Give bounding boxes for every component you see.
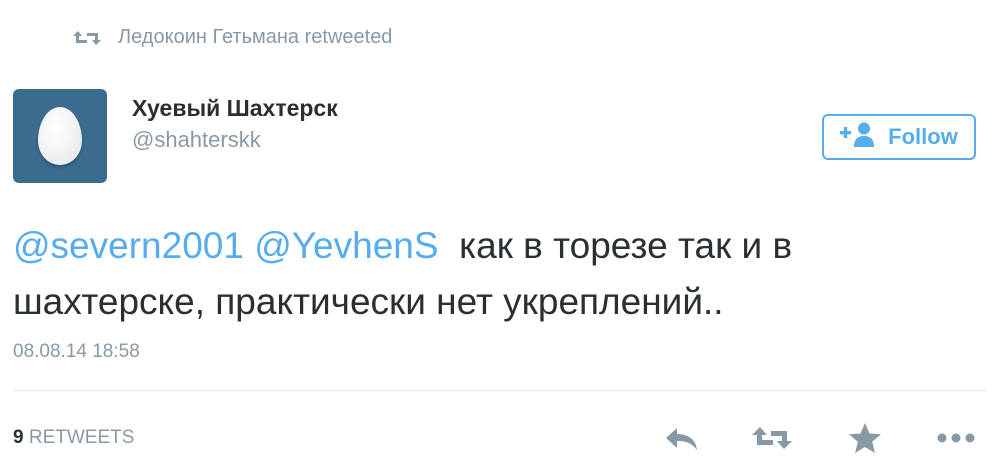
reply-icon[interactable] xyxy=(660,420,704,456)
retweet-count[interactable]: 9 RETWEETS xyxy=(13,427,134,449)
follow-button[interactable]: Follow xyxy=(822,114,976,160)
retweet-context: Ледокоин Гетьмана retweeted xyxy=(72,26,392,49)
divider xyxy=(13,390,987,391)
follow-button-label: Follow xyxy=(888,124,958,149)
tweet-text: @severn2001 @YevhenS как в торезе так и … xyxy=(13,218,973,330)
more-icon[interactable] xyxy=(934,420,978,456)
tweet-text-line2: шахтерске, практически нет укреплений.. xyxy=(13,281,724,322)
favorite-icon[interactable] xyxy=(843,420,887,456)
retweet-count-label: RETWEETS xyxy=(28,427,135,448)
user-display-name[interactable]: Хуевый Шахтерск xyxy=(132,95,338,122)
retweet-icon xyxy=(72,28,102,48)
tweet-timestamp[interactable]: 08.08.14 18:58 xyxy=(13,341,140,363)
tweet-text-line1: как в торезе так и в xyxy=(459,225,793,266)
avatar[interactable] xyxy=(13,89,107,183)
mention-link[interactable]: @severn2001 xyxy=(13,225,244,266)
mention-link[interactable]: @YevhenS xyxy=(254,225,438,266)
egg-avatar-icon xyxy=(38,107,82,165)
retweet-context-text[interactable]: Ледокоин Гетьмана retweeted xyxy=(118,26,392,49)
retweet-icon[interactable] xyxy=(750,420,794,456)
user-handle[interactable]: @shahterskk xyxy=(132,127,261,153)
retweet-count-number: 9 xyxy=(13,427,24,448)
add-user-icon xyxy=(840,121,876,153)
